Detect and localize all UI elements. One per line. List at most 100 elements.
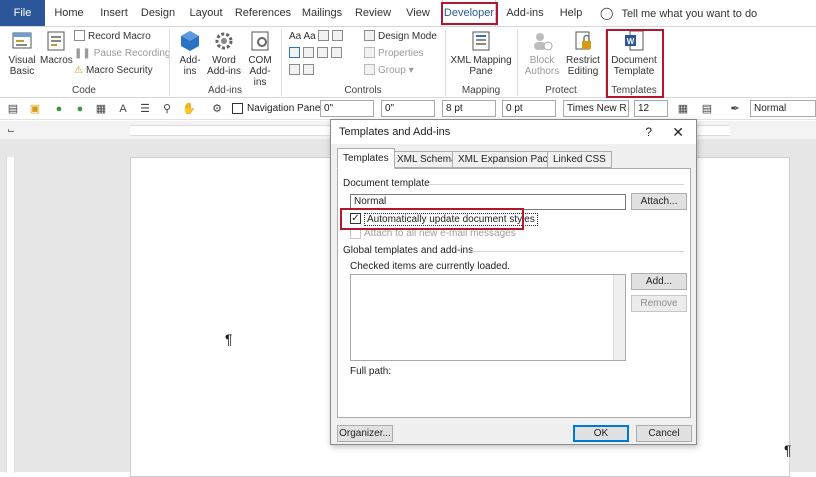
mapping-group-label: Mapping xyxy=(461,85,501,96)
font-size-value: 12 xyxy=(638,103,650,114)
document-template-button[interactable]: W Document Template xyxy=(610,29,658,77)
help-icon[interactable]: ? xyxy=(645,120,652,144)
list-icon[interactable]: ☰ xyxy=(138,102,152,116)
design-mode-button[interactable]: Design Mode xyxy=(364,30,437,44)
xml-mapping-pane-label: XML Mapping Pane xyxy=(450,55,512,77)
spacing-after-field[interactable]: 0 pt xyxy=(502,100,556,117)
navigation-pane-checkbox[interactable] xyxy=(232,103,243,114)
print-preview-icon[interactable]: ▦ xyxy=(94,102,108,116)
organizer-button[interactable]: Organizer... xyxy=(337,425,393,442)
tab-linked-css[interactable]: Linked CSS xyxy=(547,151,612,168)
combobox-control-icon xyxy=(303,47,314,58)
checkbox-controls-row[interactable] xyxy=(289,47,345,61)
legacy-controls-row[interactable] xyxy=(289,64,317,78)
aa-plain-icon: Aa xyxy=(303,31,316,42)
restrict-editing-label: Restrict Editing xyxy=(566,55,600,77)
full-path-label: Full path: xyxy=(350,366,392,377)
com-add-ins-icon xyxy=(251,31,269,51)
tools-icon[interactable]: ⚙ xyxy=(210,102,224,116)
circle-green-2-icon[interactable]: ● xyxy=(73,102,87,116)
ok-button[interactable]: OK xyxy=(573,425,629,442)
macros-button[interactable]: Macros xyxy=(40,29,73,66)
templates-group-label: Templates xyxy=(611,85,657,96)
hand-icon[interactable]: ✋ xyxy=(182,102,196,116)
circle-green-icon[interactable]: ● xyxy=(52,102,66,116)
tab-mailings[interactable]: Mailings xyxy=(299,0,345,26)
font-size-select[interactable]: 12 xyxy=(634,100,668,117)
indent-right-field[interactable]: 0" xyxy=(381,100,435,117)
text-direction-icon[interactable]: A xyxy=(116,102,130,116)
macro-security-label: Macro Security xyxy=(85,65,153,76)
cancel-button[interactable]: Cancel xyxy=(636,425,692,442)
open-folder-icon[interactable]: ▣ xyxy=(28,102,42,116)
vertical-ruler[interactable] xyxy=(6,157,15,473)
font-name-select[interactable]: Times New R xyxy=(563,100,629,117)
aa-icon: Aa xyxy=(289,31,302,42)
spacing-before-field[interactable]: 8 pt xyxy=(442,100,496,117)
add-ins-button[interactable]: Add-ins xyxy=(175,29,205,77)
tab-view[interactable]: View xyxy=(400,0,436,26)
templates-tab-pane: Document template Normal Attach... ✓ Aut… xyxy=(337,168,691,418)
tab-help[interactable]: Help xyxy=(556,0,586,26)
properties-button[interactable]: Properties xyxy=(364,47,424,61)
tab-references[interactable]: References xyxy=(234,0,292,26)
svg-text:W: W xyxy=(627,37,635,46)
tab-templates[interactable]: Templates xyxy=(337,148,395,169)
spacing-before-value: 8 pt xyxy=(446,103,463,114)
close-icon[interactable]: ✕ xyxy=(672,120,684,144)
text-controls-row[interactable]: Aa Aa xyxy=(289,30,346,44)
visual-basic-icon xyxy=(12,32,32,49)
controls-group-label: Controls xyxy=(344,85,382,96)
word-add-ins-button[interactable]: Word Add-ins xyxy=(205,29,243,77)
pause-recording-button[interactable]: ❚❚ Pause Recording xyxy=(74,47,170,61)
record-macro-button[interactable]: Record Macro xyxy=(74,30,151,44)
tab-file[interactable]: File xyxy=(0,0,45,26)
legacy-tools-icon xyxy=(303,64,314,75)
auto-update-styles-checkbox[interactable]: ✓ xyxy=(350,213,361,224)
record-macro-icon xyxy=(74,30,85,41)
global-templates-list[interactable] xyxy=(350,274,626,361)
dialog-title-bar: Templates and Add-ins ? ✕ xyxy=(331,120,696,144)
xml-mapping-pane-button[interactable]: XML Mapping Pane xyxy=(450,29,512,77)
indent-left-field[interactable]: 0" xyxy=(320,100,374,117)
visual-basic-button[interactable]: Visual Basic xyxy=(4,29,40,77)
tab-add-ins[interactable]: Add-ins xyxy=(503,0,547,26)
indent-left-value: 0" xyxy=(324,103,334,114)
save-icon[interactable]: ▤ xyxy=(6,102,20,116)
highlight-icon[interactable]: ✒ xyxy=(728,102,742,116)
tab-design[interactable]: Design xyxy=(139,0,177,26)
auto-update-styles-label: Automatically update document styles xyxy=(364,213,538,226)
tab-insert[interactable]: Insert xyxy=(96,0,132,26)
com-add-ins-button[interactable]: COM Add-ins xyxy=(243,29,277,88)
global-templates-group-label: Global templates and add-ins xyxy=(343,245,474,256)
tab-layout[interactable]: Layout xyxy=(185,0,227,26)
document-template-field[interactable]: Normal xyxy=(350,194,626,210)
tab-developer[interactable]: Developer xyxy=(442,0,496,26)
tab-home[interactable]: Home xyxy=(50,0,88,26)
tell-me-text: Tell me what you want to do xyxy=(621,8,758,20)
macro-security-button[interactable]: ⚠ Macro Security xyxy=(74,64,153,78)
block-authors-button[interactable]: Block Authors xyxy=(522,29,562,77)
restrict-editing-button[interactable]: Restrict Editing xyxy=(563,29,603,77)
add-button[interactable]: Add... xyxy=(631,273,687,290)
tab-review[interactable]: Review xyxy=(352,0,394,26)
word-document-icon: W xyxy=(625,30,644,51)
search-icon[interactable]: ⚲ xyxy=(160,102,174,116)
page-icon[interactable]: ▤ xyxy=(700,102,714,116)
list-scrollbar[interactable] xyxy=(613,275,625,360)
checkbox-control-icon xyxy=(289,47,300,58)
tell-me-box[interactable]: ◯ Tell me what you want to do xyxy=(600,0,757,26)
code-group-label: Code xyxy=(72,85,96,96)
tab-selector-icon[interactable]: ⌙ xyxy=(4,123,18,137)
navigation-pane-label: Navigation Pane xyxy=(247,103,321,114)
attach-button[interactable]: Attach... xyxy=(631,193,687,210)
remove-button[interactable]: Remove xyxy=(631,295,687,312)
borders-icon[interactable]: ▦ xyxy=(676,102,690,116)
date-control-icon xyxy=(331,47,342,58)
attach-email-label: Attach to all new e-mail messages xyxy=(364,228,516,239)
style-select[interactable]: Normal xyxy=(750,100,816,117)
checked-items-note: Checked items are currently loaded. xyxy=(350,261,511,272)
warning-icon: ⚠ xyxy=(74,65,83,76)
group-button[interactable]: Group ▾ xyxy=(364,64,414,78)
attach-email-checkbox[interactable] xyxy=(350,228,361,239)
